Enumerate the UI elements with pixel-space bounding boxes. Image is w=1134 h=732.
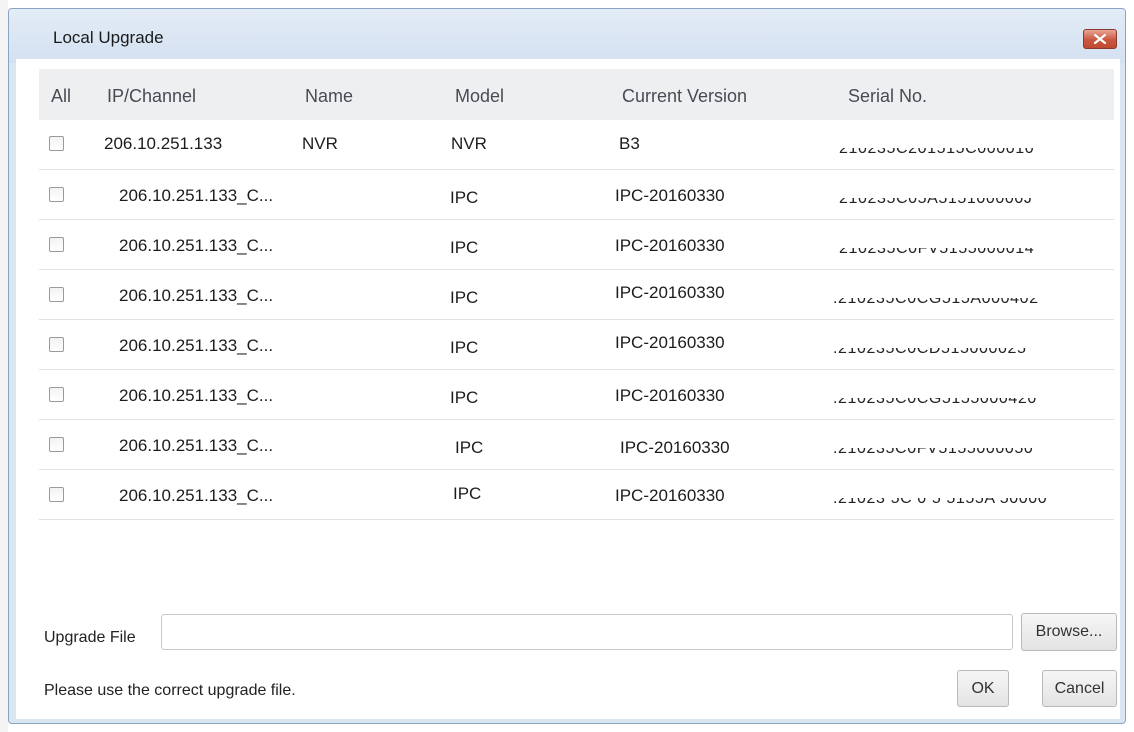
upgrade-hint: Please use the correct upgrade file.: [44, 682, 296, 699]
model-cell: IPC: [450, 388, 479, 407]
upgrade-file-input[interactable]: [161, 614, 1013, 650]
ip-channel-cell: 206.10.251.133_C...: [119, 386, 274, 405]
table-row[interactable]: 206.10.251.133_C... IPC IPC-20160330 .21…: [39, 320, 1114, 370]
column-header-name[interactable]: Name: [305, 86, 353, 107]
row-checkbox[interactable]: [49, 136, 64, 151]
table-header: All IP/Channel Name Model Current Versio…: [39, 69, 1114, 120]
column-header-serial-no[interactable]: Serial No.: [848, 86, 927, 107]
model-cell: NVR: [451, 134, 487, 153]
current-version-cell: IPC-20160330: [615, 333, 725, 352]
ip-channel-cell: 206.10.251.133_C...: [119, 486, 274, 505]
serial-no-cell: 210235C201515C000010: [839, 148, 1035, 157]
table-row[interactable]: 206.10.251.133_C... IPC IPC-20160330 .21…: [39, 270, 1114, 320]
column-header-current-version[interactable]: Current Version: [622, 86, 747, 107]
model-cell: IPC: [450, 188, 479, 207]
background-window-edge: [0, 0, 8, 732]
serial-no-cell: .21023 5C 0 5 5155A 50000: [833, 498, 1048, 507]
local-upgrade-dialog: Local Upgrade All IP/Channel Name Model …: [8, 8, 1126, 724]
model-cell: IPC: [450, 288, 479, 307]
serial-no-cell: .210235C0CG5155000420: [833, 398, 1037, 407]
title-bar[interactable]: Local Upgrade: [9, 9, 1125, 63]
column-header-model[interactable]: Model: [455, 86, 504, 107]
model-cell: IPC: [453, 484, 482, 503]
table-row[interactable]: 206.10.251.133_C... IPC IPC-20160330 .21…: [39, 370, 1114, 420]
column-header-ip-channel[interactable]: IP/Channel: [107, 86, 196, 107]
model-cell: IPC: [455, 438, 484, 457]
current-version-cell: IPC-20160330: [615, 386, 725, 405]
table-row[interactable]: 206.10.251.133_C... IPC IPC-20160330 .21…: [39, 420, 1114, 470]
dialog-content: All IP/Channel Name Model Current Versio…: [16, 59, 1120, 719]
current-version-cell: IPC-20160330: [615, 283, 725, 302]
close-icon: [1094, 34, 1106, 44]
current-version-cell: IPC-20160330: [615, 236, 725, 255]
serial-no-cell: .210235C0CG515A000402: [833, 298, 1039, 307]
row-checkbox[interactable]: [49, 437, 64, 452]
current-version-cell: B3: [619, 134, 640, 153]
ok-button[interactable]: OK: [957, 670, 1009, 707]
upgrade-file-label: Upgrade File: [44, 629, 136, 646]
name-cell: NVR: [302, 134, 338, 153]
row-checkbox[interactable]: [49, 187, 64, 202]
table-row[interactable]: 206.10.251.133 NVR NVR B3 210235C201515C…: [39, 120, 1114, 170]
serial-no-cell: .210235C0CD515000025: [833, 348, 1027, 357]
table-row[interactable]: 206.10.251.133_C... IPC IPC-20160330 210…: [39, 170, 1114, 220]
device-table: All IP/Channel Name Model Current Versio…: [39, 69, 1114, 604]
serial-no-cell: 210235C05A515100000J: [839, 198, 1033, 207]
serial-no-cell: .210235C0FV5155000050: [833, 448, 1034, 457]
table-row[interactable]: 206.10.251.133_C... IPC IPC-20160330 210…: [39, 220, 1114, 270]
ip-channel-cell: 206.10.251.133_C...: [119, 286, 274, 305]
current-version-cell: IPC-20160330: [615, 486, 725, 505]
browse-button[interactable]: Browse...: [1021, 613, 1117, 651]
ip-channel-cell: 206.10.251.133_C...: [119, 186, 274, 205]
row-checkbox[interactable]: [49, 487, 64, 502]
column-header-all[interactable]: All: [51, 86, 71, 107]
current-version-cell: IPC-20160330: [620, 438, 730, 457]
row-checkbox[interactable]: [49, 337, 64, 352]
ip-channel-cell: 206.10.251.133_C...: [119, 236, 274, 255]
row-checkbox[interactable]: [49, 237, 64, 252]
close-button[interactable]: [1083, 29, 1117, 49]
ip-channel-cell: 206.10.251.133_C...: [119, 336, 274, 355]
model-cell: IPC: [450, 338, 479, 357]
ip-channel-cell: 206.10.251.133_C...: [119, 436, 274, 455]
ip-channel-cell: 206.10.251.133: [104, 134, 223, 153]
model-cell: IPC: [450, 238, 479, 257]
cancel-button[interactable]: Cancel: [1042, 670, 1117, 707]
dialog-title: Local Upgrade: [53, 28, 164, 47]
row-checkbox[interactable]: [49, 387, 64, 402]
current-version-cell: IPC-20160330: [615, 186, 725, 205]
row-checkbox[interactable]: [49, 287, 64, 302]
table-row[interactable]: 206.10.251.133_C... IPC IPC-20160330 .21…: [39, 470, 1114, 520]
serial-no-cell: 210235C0FV5155000014: [839, 248, 1035, 257]
